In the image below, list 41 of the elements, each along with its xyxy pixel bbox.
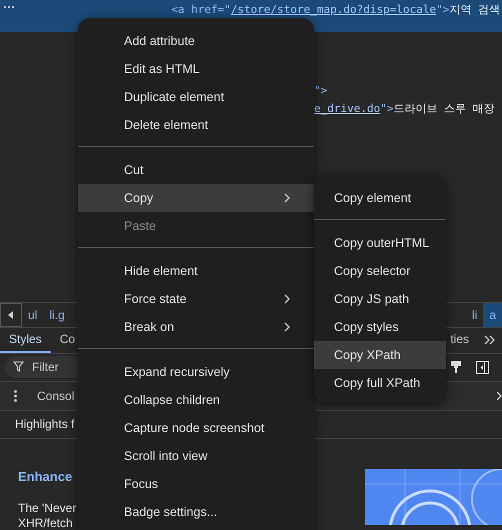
code-line: <a href="/store/store_map.do?disp=locale">지역 검색 — [171, 2, 501, 18]
menu-item[interactable]: Cut — [78, 156, 314, 184]
drawer-tab[interactable]: Consol — [37, 386, 74, 405]
more-options-icon[interactable] — [14, 390, 17, 402]
menu-item[interactable]: Force state — [78, 285, 314, 313]
tab[interactable]: Styles — [0, 328, 51, 354]
menu-item[interactable]: Focus — [78, 470, 314, 498]
menu-item[interactable]: Copy XPath — [314, 341, 446, 369]
menu-item[interactable]: Copy JS path — [314, 285, 446, 313]
menu-item[interactable]: Copy selector — [314, 257, 446, 285]
menu-item[interactable]: Hide element — [78, 257, 314, 285]
filter-icon — [13, 361, 24, 372]
breadcrumb[interactable]: a — [483, 302, 502, 327]
article-text: The 'Never — [18, 500, 76, 516]
code-line: "> — [314, 83, 328, 100]
sidebar-toggle-icon[interactable] — [476, 360, 489, 374]
menu-item[interactable]: Copy full XPath — [314, 369, 446, 397]
article-text: XHR/fetch — [18, 516, 74, 530]
menu-item[interactable]: Copy outerHTML — [314, 229, 446, 257]
menu-item[interactable]: Badge settings... — [78, 498, 314, 526]
caret-left-icon — [8, 310, 14, 319]
code-line: e_drive.do">드라이브 스루 매장 — [314, 101, 495, 118]
scroll-left-button[interactable] — [0, 302, 22, 327]
breadcrumb[interactable]: ul — [22, 302, 44, 327]
chevron-right-icon[interactable] — [497, 390, 502, 401]
menu-item[interactable]: Copy — [78, 184, 314, 212]
article-heading: Enhance — [18, 468, 74, 486]
menu-item[interactable]: Collapse children — [78, 386, 314, 414]
paint-brush-icon[interactable] — [450, 360, 462, 374]
menu-item[interactable]: Copy styles — [314, 313, 446, 341]
drawer-text: Highlights f — [15, 416, 74, 434]
menu-item[interactable]: Copy element — [314, 184, 446, 212]
menu-item[interactable]: Scroll into view — [78, 442, 314, 470]
breadcrumb[interactable]: li — [466, 302, 484, 327]
menu-item[interactable]: Break on — [78, 313, 314, 341]
menu-item[interactable]: Edit as HTML — [78, 55, 314, 83]
menu-item[interactable]: Duplicate element — [78, 83, 314, 111]
menu-item[interactable]: Delete element — [78, 111, 314, 139]
breadcrumb[interactable]: li.g — [43, 302, 71, 327]
menu-item[interactable]: Capture node screenshot — [78, 414, 314, 442]
menu-item[interactable]: Add attribute — [78, 27, 314, 55]
